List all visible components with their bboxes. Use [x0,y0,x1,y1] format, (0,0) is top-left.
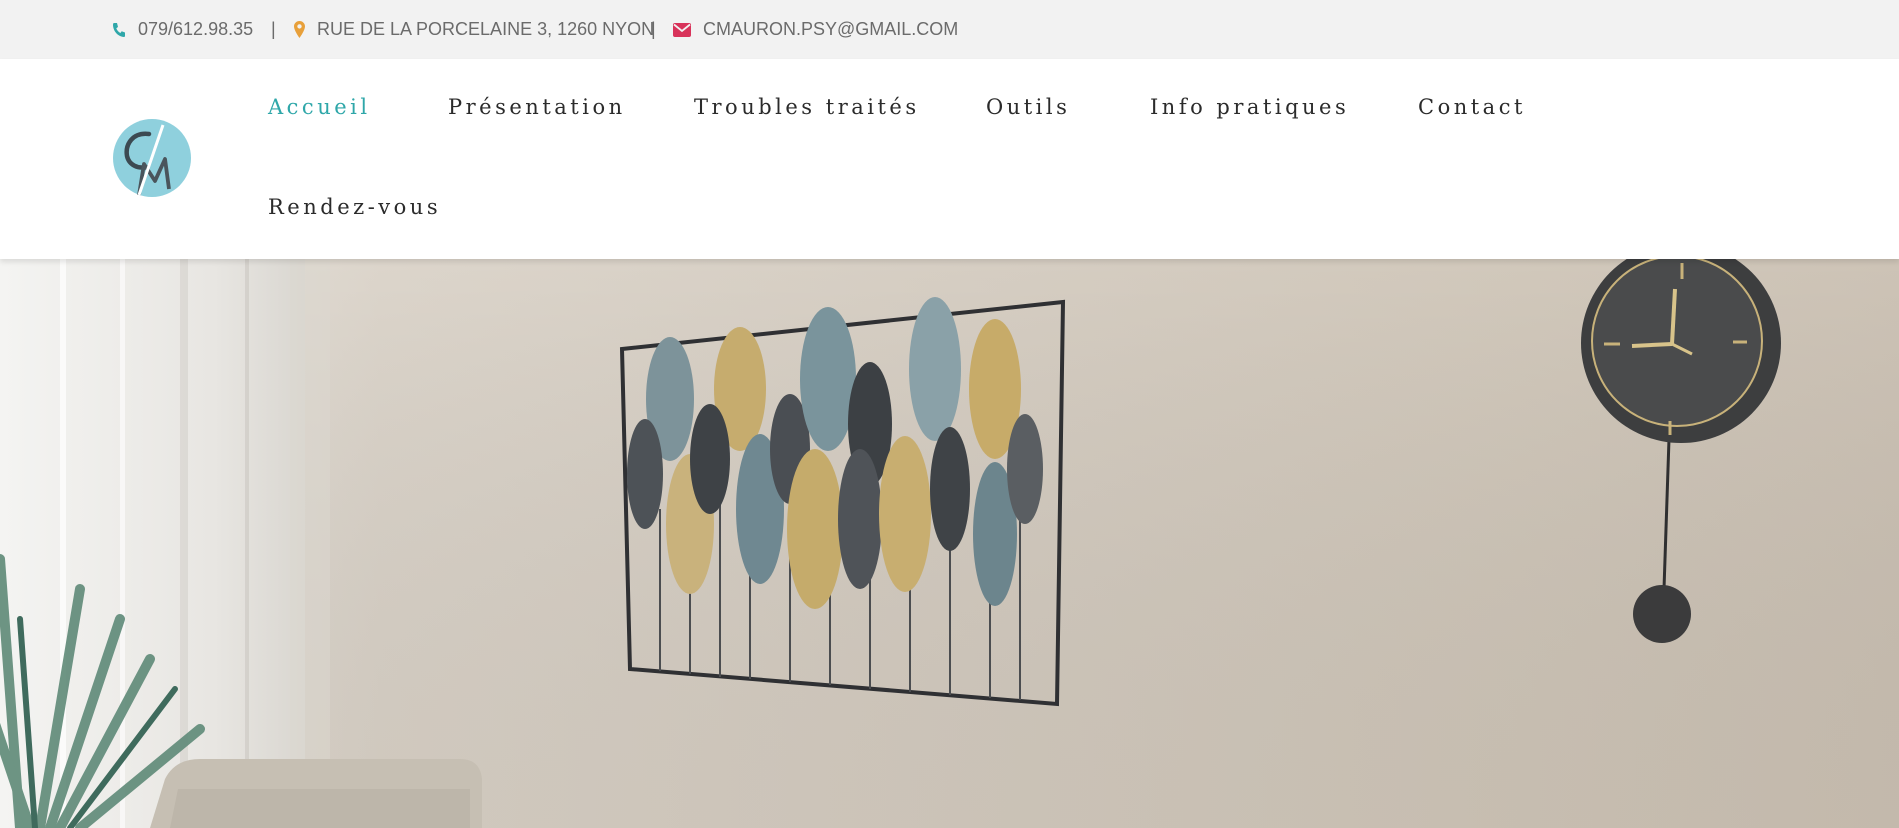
nav-item-accueil[interactable]: Accueil [268,95,371,119]
office-wall-photo [0,259,1899,828]
nav-item-rendez-vous[interactable]: Rendez-vous [268,195,441,219]
separator: | [651,19,656,39]
phone-contact[interactable]: 079/612.98.35 [112,0,253,59]
phone-number: 079/612.98.35 [138,19,254,39]
map-pin-icon [294,21,305,38]
separator: | [271,19,276,39]
top-info-bar: 079/612.98.35 | RUE DE LA PORCELAINE 3, … [0,0,1899,59]
envelope-icon [673,22,691,37]
email-address: CMAURON.PSY@GMAIL.COM [703,19,959,39]
site-header: Accueil Présentation Troubles traités Ou… [0,59,1899,259]
nav-item-info-pratiques[interactable]: Info pratiques [1150,95,1349,119]
hero-image [0,259,1899,828]
nav-item-presentation[interactable]: Présentation [448,95,626,119]
cm-monogram-logo[interactable] [113,119,191,197]
nav-item-troubles-traites[interactable]: Troubles traités [694,95,920,119]
nav-item-outils[interactable]: Outils [986,95,1070,119]
address-text: RUE DE LA PORCELAINE 3, 1260 NYON [317,19,655,39]
nav-item-contact[interactable]: Contact [1418,95,1526,119]
email-contact[interactable]: CMAURON.PSY@GMAIL.COM [673,0,958,59]
address-contact[interactable]: RUE DE LA PORCELAINE 3, 1260 NYON [294,0,654,59]
phone-icon [113,22,125,37]
